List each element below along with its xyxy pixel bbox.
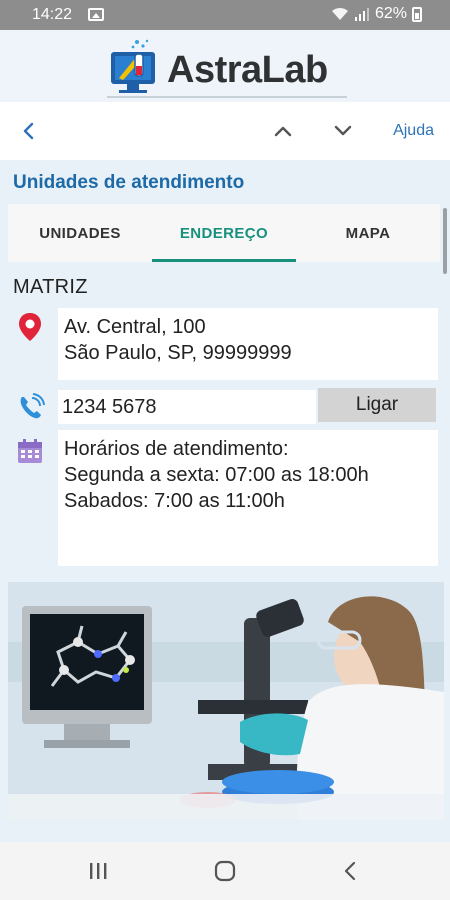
phone-icon[interactable] xyxy=(16,393,46,421)
status-time: 14:22 xyxy=(32,6,73,23)
hours-weekdays: Segunda a sexta: 07:00 as 18:00h xyxy=(64,464,369,486)
monitor-logo-icon xyxy=(111,39,155,93)
chevron-up-icon xyxy=(274,126,292,137)
hours-saturday: Sabados: 7:00 as 11:00h xyxy=(64,490,285,512)
status-bar: 14:22 62% xyxy=(0,0,450,30)
home-button[interactable] xyxy=(205,856,245,886)
address-line-1: Av. Central, 100 xyxy=(64,316,206,338)
battery-percent: 62% xyxy=(374,5,407,22)
app-name: AstraLab xyxy=(167,49,328,91)
battery-icon xyxy=(412,6,422,22)
lab-photo xyxy=(8,582,444,820)
call-button[interactable]: Ligar xyxy=(318,388,436,422)
logo-divider xyxy=(107,96,347,98)
back-arrow-icon xyxy=(344,861,356,881)
map-pin-icon[interactable] xyxy=(16,312,44,342)
scrollbar[interactable] xyxy=(443,208,447,274)
nav-bar: Ajuda xyxy=(0,102,450,160)
next-button[interactable] xyxy=(328,116,358,146)
signal-icon xyxy=(354,8,369,21)
chevron-down-icon xyxy=(334,125,352,136)
address-field: Av. Central, 100 São Paulo, SP, 99999999 xyxy=(58,308,438,380)
help-link[interactable]: Ajuda xyxy=(393,122,434,140)
address-line-2: São Paulo, SP, 99999999 xyxy=(64,342,292,364)
hours-title: Horários de atendimento: xyxy=(64,438,289,460)
recent-apps-icon xyxy=(90,863,107,879)
wifi-icon xyxy=(331,7,348,20)
chevron-left-icon xyxy=(23,122,34,140)
system-nav-bar xyxy=(0,842,450,900)
back-button[interactable] xyxy=(14,116,44,146)
home-icon xyxy=(214,860,236,882)
status-right: 62% xyxy=(331,5,422,23)
tab-bar: UNIDADES ENDEREÇO MAPA xyxy=(8,204,440,262)
calendar-icon xyxy=(18,439,42,463)
recent-apps-button[interactable] xyxy=(78,856,118,886)
tab-mapa[interactable]: MAPA xyxy=(296,204,440,262)
image-notification-icon xyxy=(88,8,104,21)
unit-name: MATRIZ xyxy=(13,276,88,298)
lab-scene-illustration xyxy=(8,582,444,820)
page-title: Unidades de atendimento xyxy=(13,172,245,193)
system-back-button[interactable] xyxy=(330,856,370,886)
tab-endereco[interactable]: ENDEREÇO xyxy=(152,204,296,262)
logo-header: AstraLab xyxy=(0,30,450,102)
phone-field: 1234 5678 xyxy=(58,390,316,424)
hours-field: Horários de atendimento: Segunda a sexta… xyxy=(58,430,438,566)
tab-unidades[interactable]: UNIDADES xyxy=(8,204,152,262)
previous-button[interactable] xyxy=(268,116,298,146)
app-logo: AstraLab xyxy=(107,38,347,98)
